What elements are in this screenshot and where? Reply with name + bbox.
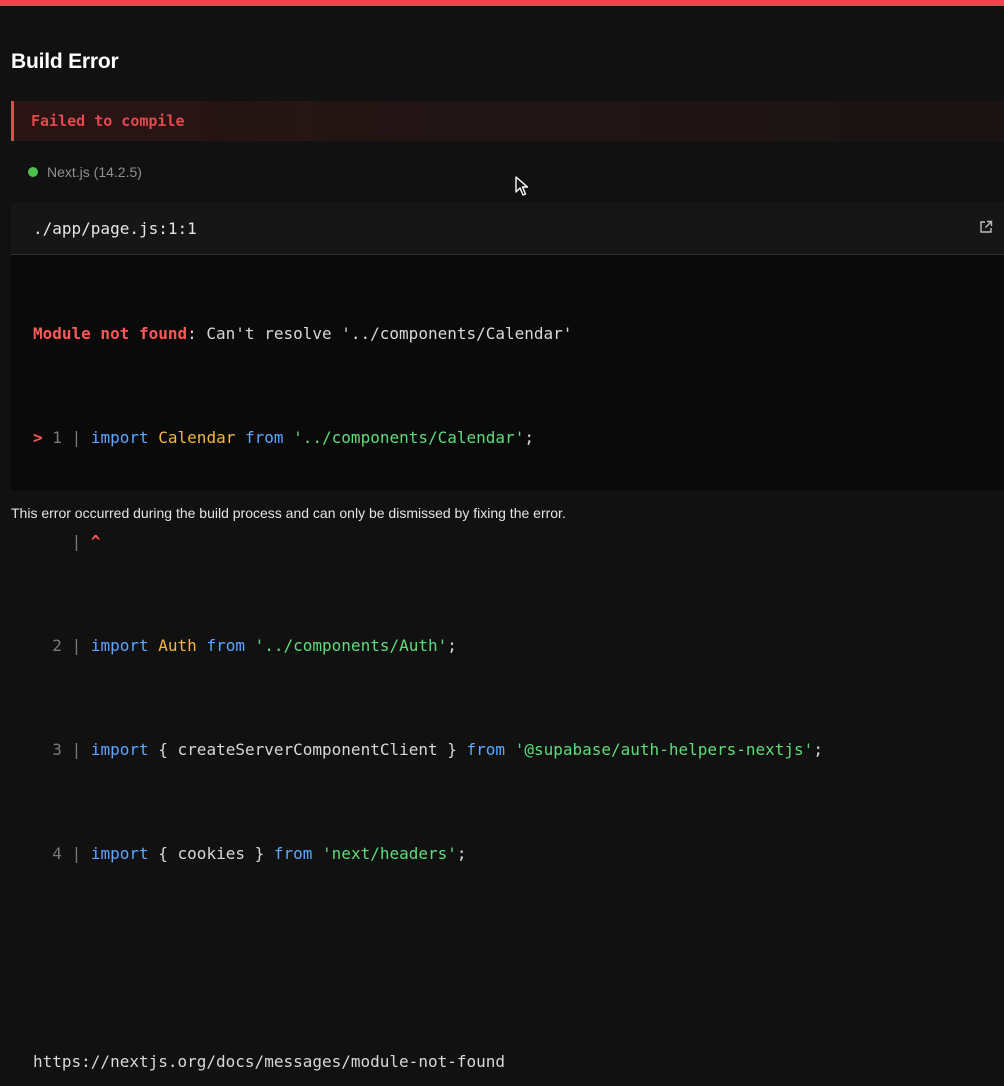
line-number — [52, 532, 62, 551]
gutter-separator: | — [71, 532, 82, 551]
string-literal: '../components/Calendar' — [283, 428, 525, 447]
keyword: from — [244, 428, 284, 447]
version-label: Next.js (14.2.5) — [47, 164, 142, 180]
status-dot-icon — [28, 167, 38, 177]
page-title: Build Error — [11, 50, 119, 73]
line-marker — [33, 636, 43, 655]
error-message: : Can't resolve '../components/Calendar' — [187, 324, 573, 343]
code-line: | ^ — [33, 529, 823, 555]
code-line: > 1 | import Calendar from '../component… — [33, 425, 823, 451]
code-frame: ./app/page.js:1:1 Module not found: Can'… — [11, 203, 1004, 1071]
error-label: Module not found — [33, 324, 188, 343]
gutter-separator: | — [71, 636, 82, 655]
line-number: 1 — [52, 428, 62, 447]
line-number: 3 — [52, 740, 62, 759]
line-marker — [33, 740, 43, 759]
punctuation: ; — [447, 636, 457, 655]
string-literal: '@supabase/auth-helpers-nextjs' — [505, 740, 814, 759]
gutter-separator: | — [71, 844, 82, 863]
top-accent-bar — [0, 0, 1004, 6]
keyword: from — [206, 636, 245, 655]
keyword: import — [90, 844, 149, 863]
mouse-cursor-icon — [515, 176, 529, 196]
code-text: { createServerComponentClient } — [148, 740, 467, 759]
line-marker: > — [33, 428, 43, 447]
version-indicator: Next.js (14.2.5) — [28, 164, 142, 180]
keyword: import — [90, 636, 149, 655]
punctuation: ; — [813, 740, 823, 759]
string-literal: '../components/Auth' — [244, 636, 448, 655]
line-marker — [33, 532, 43, 551]
footer-note: This error occurred during the build pro… — [11, 505, 566, 521]
keyword: import — [90, 740, 149, 759]
code-frame-body: Module not found: Can't resolve '../comp… — [33, 269, 823, 1086]
identifier: Auth — [148, 636, 207, 655]
identifier: Calendar — [148, 428, 245, 447]
gutter-separator: | — [71, 428, 82, 447]
compile-error-banner: Failed to compile — [11, 101, 1004, 141]
code-line: 3 | import { createServerComponentClient… — [33, 737, 823, 763]
keyword: import — [90, 428, 149, 447]
external-link-icon[interactable] — [979, 220, 993, 234]
code-line: 2 | import Auth from '../components/Auth… — [33, 633, 823, 659]
code-frame-header: ./app/page.js:1:1 — [11, 203, 1004, 255]
error-caret: ^ — [81, 532, 101, 551]
punctuation: ; — [456, 844, 467, 863]
code-line: 4 | import { cookies } from 'next/header… — [33, 841, 823, 867]
code-text: { cookies } — [148, 844, 274, 863]
error-message-line: Module not found: Can't resolve '../comp… — [33, 321, 823, 347]
string-literal: 'next/headers' — [312, 844, 457, 863]
line-number: 4 — [52, 844, 62, 863]
docs-link[interactable]: https://nextjs.org/docs/messages/module-… — [33, 1049, 823, 1075]
compile-error-label: Failed to compile — [31, 112, 185, 130]
keyword: from — [273, 844, 313, 863]
line-marker — [33, 844, 43, 863]
file-path-link[interactable]: ./app/page.js:1:1 — [33, 219, 197, 238]
punctuation: ; — [524, 428, 534, 447]
line-number: 2 — [52, 636, 62, 655]
gutter-separator: | — [71, 740, 82, 759]
keyword: from — [466, 740, 506, 759]
